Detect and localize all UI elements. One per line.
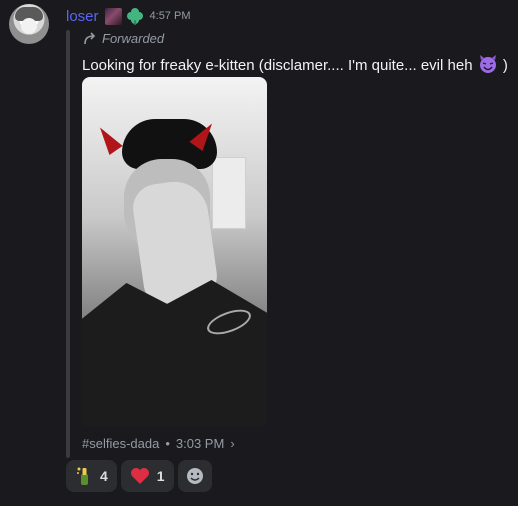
source-channel[interactable]: #selfies-dada <box>82 436 159 451</box>
forward-source-link[interactable]: #selfies-dada • 3:03 PM › <box>82 436 235 451</box>
chevron-right-icon[interactable]: › <box>230 436 234 451</box>
reaction-heart[interactable]: 1 <box>120 460 174 492</box>
smiling-imp-emoji-icon <box>479 55 496 73</box>
reactions-bar: 4 1 <box>66 460 212 492</box>
devil-horn-left <box>93 122 123 156</box>
forwarded-text: Forwarded <box>102 31 165 46</box>
role-badge-icon[interactable] <box>104 7 122 25</box>
username[interactable]: loser <box>66 8 99 25</box>
message-body: Looking for freaky e-kitten (disclamer..… <box>82 57 473 74</box>
forward-arrow-icon <box>84 32 96 45</box>
message-header: loser 4:57 PM <box>66 6 190 26</box>
reaction-champagne[interactable]: 4 <box>66 460 117 492</box>
message-text: Looking for freaky e-kitten (disclamer..… <box>82 53 508 75</box>
forwarded-label: Forwarded <box>83 31 164 46</box>
forward-bar <box>66 30 70 458</box>
source-time: 3:03 PM <box>175 436 225 451</box>
clover-badge-icon[interactable] <box>126 7 144 25</box>
add-reaction-button[interactable] <box>177 460 212 492</box>
photo-wall-switch <box>212 157 246 229</box>
champagne-bottle-icon <box>77 467 88 485</box>
message-body-end: ) <box>502 57 508 74</box>
reaction-count: 1 <box>156 468 165 484</box>
source-separator: • <box>165 436 170 451</box>
avatar-face <box>21 18 37 34</box>
reaction-count: 4 <box>100 468 108 484</box>
avatar[interactable] <box>9 4 49 44</box>
add-reaction-icon <box>186 468 203 484</box>
red-heart-icon <box>130 468 149 484</box>
attached-photo[interactable] <box>82 77 267 426</box>
message-timestamp: 4:57 PM <box>149 10 191 22</box>
